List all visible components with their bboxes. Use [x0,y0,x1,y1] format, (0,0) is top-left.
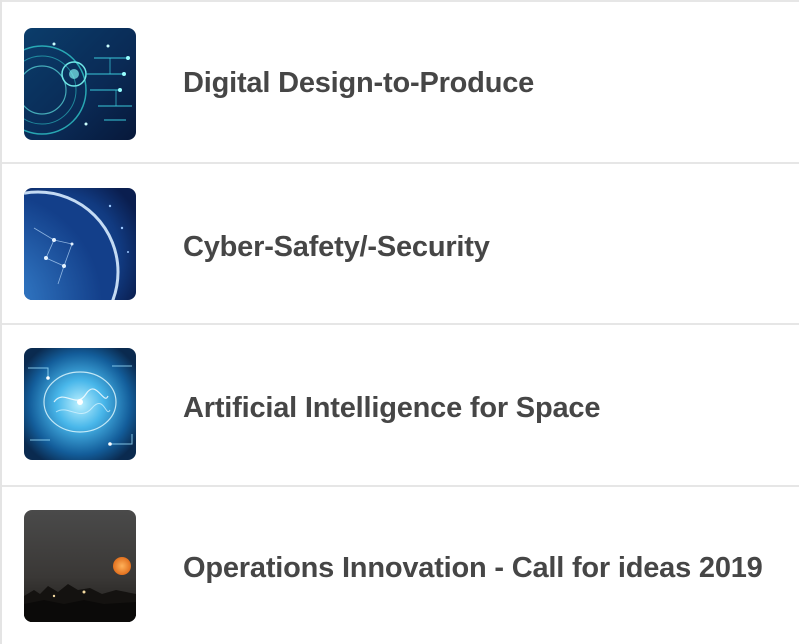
topic-list: Digital Design-to-Produce Cyber-Safety/-… [0,0,799,644]
digital-circuit-thumbnail-icon [24,28,136,140]
topic-label: Cyber-Safety/-Security [183,231,490,263]
night-moon-thumbnail-icon [24,510,136,622]
topic-item-digital-design[interactable]: Digital Design-to-Produce [2,2,799,162]
topic-item-cyber-safety[interactable]: Cyber-Safety/-Security [2,164,799,324]
topic-label: Operations Innovation - Call for ideas 2… [183,552,763,584]
topic-item-ai-space[interactable]: Artificial Intelligence for Space [2,325,799,485]
topic-label: Artificial Intelligence for Space [183,392,601,424]
ai-brain-thumbnail-icon [24,348,136,460]
topic-item-operations-innovation[interactable]: Operations Innovation - Call for ideas 2… [2,487,799,644]
earth-network-thumbnail-icon [24,188,136,300]
topic-label: Digital Design-to-Produce [183,67,535,99]
